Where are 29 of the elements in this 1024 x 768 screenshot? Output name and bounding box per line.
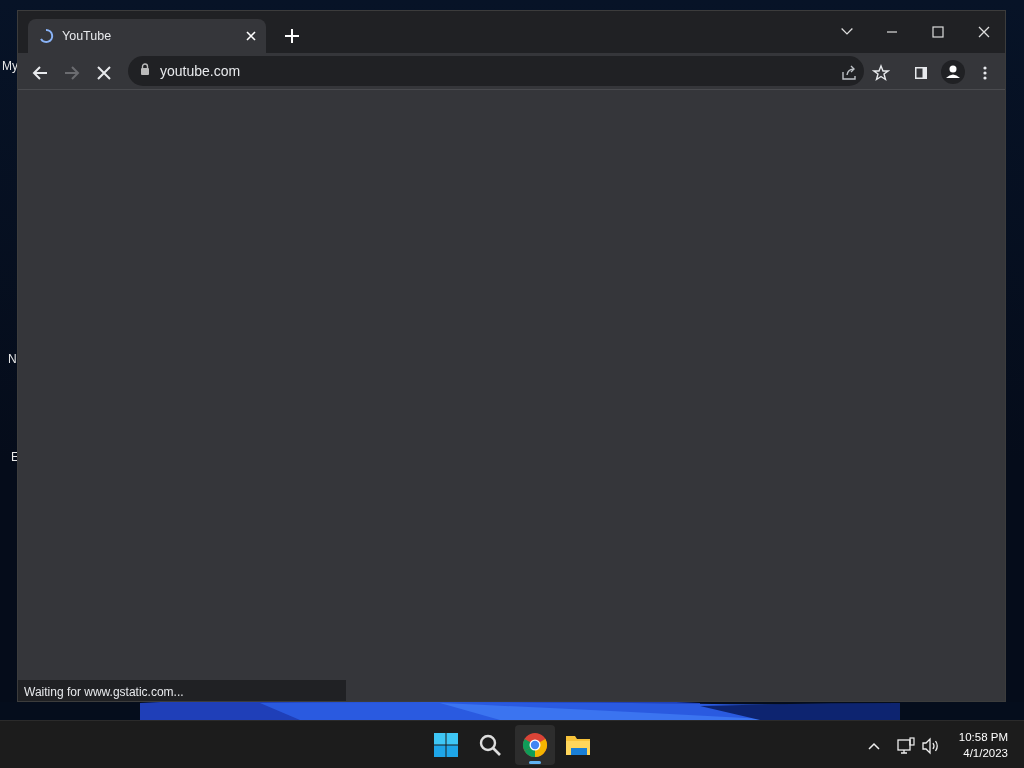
person-icon [941,60,965,85]
desktop-icon-label[interactable]: N [8,352,17,366]
clock-time[interactable]: 10:58 PM [948,729,1008,745]
browser-tab[interactable]: YouTube [28,19,266,53]
profile-button[interactable] [940,59,966,85]
lock-icon [140,63,150,75]
search-icon [478,733,502,757]
status-text: Waiting for www.gstatic.com... [18,680,346,701]
star-icon [872,63,890,82]
stop-icon [96,64,112,81]
minimize-icon [887,30,897,33]
plus-icon [285,28,299,43]
address-bar[interactable]: youtube.com [128,56,864,86]
side-panel-icon [913,64,929,81]
tab-title: YouTube [62,27,113,45]
forward-arrow-icon [63,63,81,82]
chevron-down-icon [841,28,853,36]
loading-spinner-icon [38,28,54,44]
share-icon [840,63,858,82]
close-icon[interactable] [246,31,256,42]
windows-logo-icon [433,732,459,758]
volume-icon[interactable] [921,735,941,756]
network-icon[interactable] [896,735,916,756]
back-arrow-icon [31,63,49,82]
browser-app-button[interactable] [515,725,555,765]
folder-icon [565,733,591,757]
browser-logo-icon [522,732,548,758]
clock-date[interactable]: 4/1/2023 [948,745,1008,761]
desktop-icon-label[interactable]: My [2,59,18,73]
